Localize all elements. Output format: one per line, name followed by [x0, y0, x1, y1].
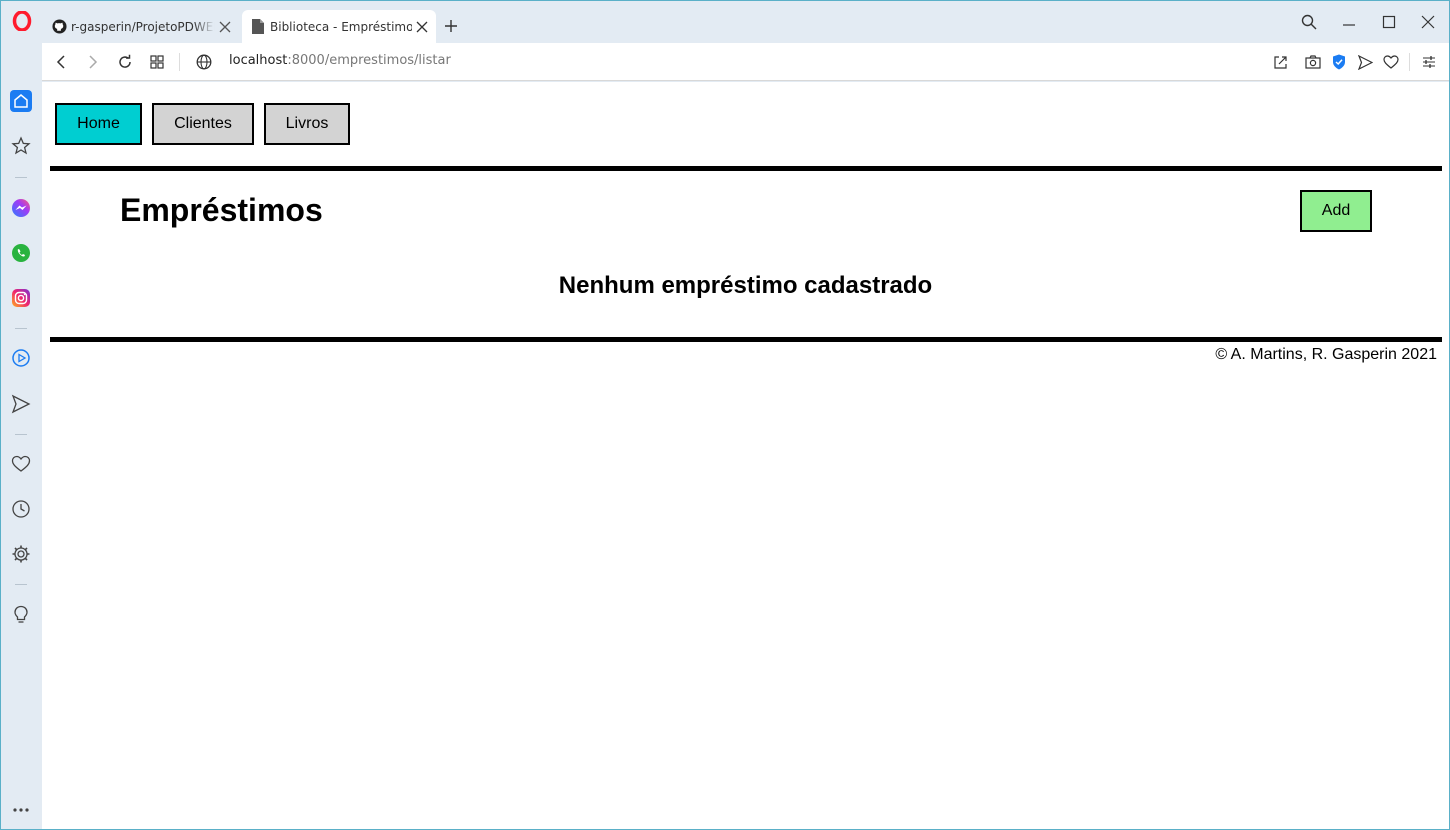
settings-gear-icon[interactable] — [10, 543, 32, 565]
shield-icon[interactable] — [1329, 52, 1349, 72]
whatsapp-icon[interactable] — [10, 242, 32, 264]
pinboard-star-icon[interactable] — [10, 135, 32, 157]
document-icon — [250, 19, 266, 35]
maximize-icon[interactable] — [1378, 11, 1400, 33]
url-host: localhost — [229, 53, 288, 68]
close-icon[interactable] — [215, 17, 235, 37]
tab-biblioteca[interactable]: Biblioteca - Empréstimos — [242, 10, 436, 43]
sidebar — [1, 81, 42, 829]
more-icon[interactable] — [10, 799, 32, 821]
tab-github[interactable]: r-gasperin/ProjetoPDWEL: — [43, 10, 239, 43]
messenger-icon[interactable] — [10, 197, 32, 219]
flow-send-icon[interactable] — [10, 393, 32, 415]
history-clock-icon[interactable] — [10, 498, 32, 520]
camera-icon[interactable] — [1303, 52, 1323, 72]
close-icon[interactable] — [412, 17, 432, 37]
github-icon — [51, 19, 67, 35]
speed-dial-home-icon[interactable] — [10, 90, 32, 112]
bookmarks-heart-icon[interactable] — [10, 453, 32, 475]
minimize-icon[interactable] — [1338, 11, 1360, 33]
lightbulb-icon[interactable] — [10, 604, 32, 626]
new-tab-plus-icon[interactable] — [441, 16, 461, 36]
header-divider — [50, 166, 1442, 171]
livros-button[interactable]: Livros — [264, 103, 350, 145]
easy-setup-icon[interactable] — [1419, 52, 1439, 72]
page-title: Empréstimos — [120, 192, 323, 228]
add-button[interactable]: Add — [1300, 190, 1372, 232]
heart-icon[interactable] — [1381, 52, 1401, 72]
instagram-icon[interactable] — [10, 287, 32, 309]
browser-window: r-gasperin/ProjetoPDWEL: Biblioteca - Em… — [0, 0, 1450, 830]
back-icon[interactable] — [51, 52, 71, 72]
search-icon[interactable] — [1298, 11, 1320, 33]
address-toolbar: localhost:8000/emprestimos/listar — [42, 43, 1449, 81]
footer-copyright: © A. Martins, R. Gasperin 2021 — [1215, 346, 1437, 363]
share-icon[interactable] — [1270, 52, 1290, 72]
tab-title: r-gasperin/ProjetoPDWEL: — [71, 19, 215, 34]
url-path: :8000/emprestimos/listar — [287, 53, 451, 68]
send-icon[interactable] — [1355, 52, 1375, 72]
close-window-icon[interactable] — [1417, 11, 1439, 33]
tabs-grid-icon[interactable] — [147, 52, 167, 72]
footer-divider — [50, 337, 1442, 342]
tab-bar: r-gasperin/ProjetoPDWEL: Biblioteca - Em… — [1, 1, 1449, 43]
tab-title: Biblioteca - Empréstimos — [270, 19, 412, 34]
home-button[interactable]: Home — [55, 103, 142, 145]
globe-icon[interactable] — [194, 52, 214, 72]
clientes-button[interactable]: Clientes — [152, 103, 254, 145]
forward-icon[interactable] — [83, 52, 103, 72]
web-page: Home Clientes Livros Empréstimos Add Nen… — [42, 82, 1449, 829]
empty-state-message: Nenhum empréstimo cadastrado — [558, 272, 933, 299]
reload-icon[interactable] — [115, 52, 135, 72]
url-field[interactable]: localhost:8000/emprestimos/listar — [229, 53, 451, 68]
player-icon[interactable] — [10, 347, 32, 369]
opera-logo-icon[interactable] — [11, 10, 33, 32]
